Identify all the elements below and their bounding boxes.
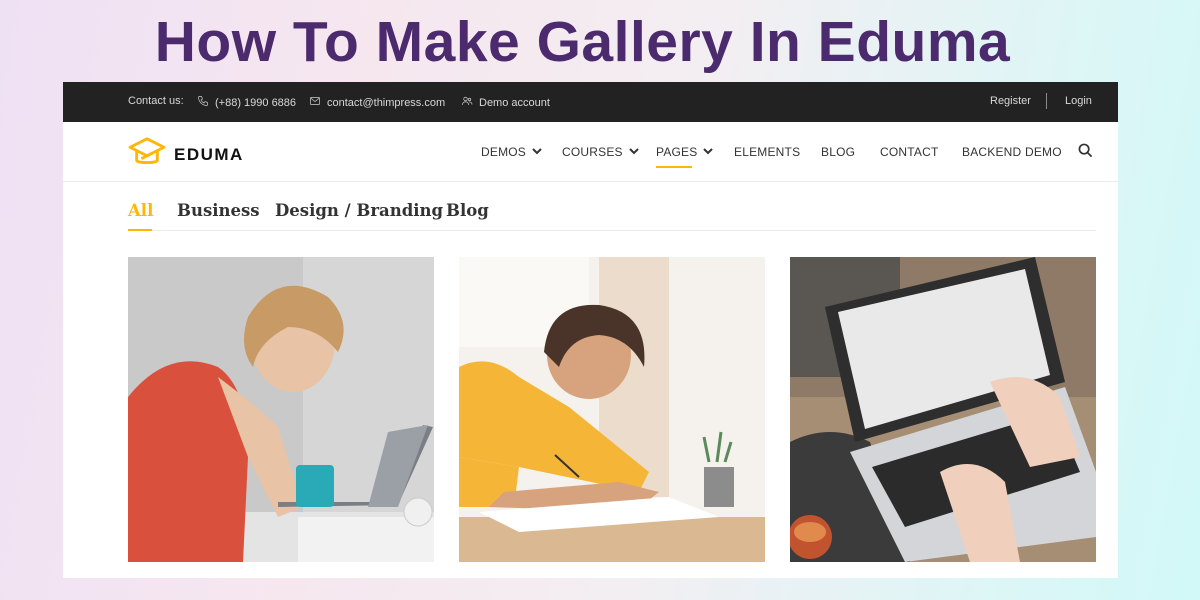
search-button[interactable]: [1078, 143, 1093, 163]
laptop-typing-image: [790, 257, 1096, 562]
register-link[interactable]: Register: [990, 95, 1031, 107]
top-bar: Contact us: (+88) 1990 6886 contact@thim…: [63, 82, 1118, 122]
gallery-image-2[interactable]: [459, 257, 765, 562]
chevron-down-icon: [629, 145, 639, 159]
filter-design-branding[interactable]: Design / Branding: [275, 201, 443, 220]
nav-active-indicator: [656, 166, 692, 168]
nav-contact[interactable]: CONTACT: [880, 145, 939, 159]
main-navbar: EDUMA DEMOS COURSES PAGES ELEMENTS BLOG …: [63, 122, 1118, 182]
chevron-down-icon: [703, 145, 714, 159]
filter-active-indicator: [128, 229, 152, 231]
graduation-cap-icon: [128, 136, 166, 173]
logo-text: EDUMA: [174, 144, 244, 164]
nav-blog[interactable]: BLOG: [821, 145, 855, 159]
phone-icon: [197, 95, 209, 110]
users-icon: [461, 95, 473, 110]
page-headline: How To Make Gallery In Eduma: [154, 10, 1011, 74]
nav-backend-demo[interactable]: BACKEND DEMO: [962, 145, 1062, 159]
nav-courses[interactable]: COURSES: [562, 145, 639, 159]
nav-elements[interactable]: ELEMENTS: [734, 145, 800, 159]
email-link[interactable]: contact@thimpress.com: [309, 95, 445, 110]
stressed-student-image: [128, 257, 434, 562]
login-link[interactable]: Login: [1065, 95, 1092, 107]
filter-blog[interactable]: Blog: [446, 201, 489, 220]
website-screenshot: Contact us: (+88) 1990 6886 contact@thim…: [63, 82, 1118, 578]
topbar-divider: [1046, 93, 1047, 109]
filter-all[interactable]: All: [128, 201, 153, 220]
chevron-down-icon: [532, 145, 542, 159]
filter-business[interactable]: Business: [177, 201, 260, 220]
student-writing-image: [459, 257, 765, 562]
contact-label: Contact us:: [128, 95, 184, 107]
gallery-image-1[interactable]: [128, 257, 434, 562]
gallery-filter-tabs: All Business Design / Branding Blog: [128, 201, 1096, 231]
nav-pages[interactable]: PAGES: [656, 145, 714, 159]
nav-demos[interactable]: DEMOS: [481, 145, 542, 159]
gallery-image-3[interactable]: [790, 257, 1096, 562]
site-logo[interactable]: EDUMA: [128, 136, 244, 173]
phone-link[interactable]: (+88) 1990 6886: [197, 95, 296, 110]
search-icon: [1078, 143, 1093, 162]
envelope-icon: [309, 95, 321, 110]
demo-account-link[interactable]: Demo account: [461, 95, 550, 110]
